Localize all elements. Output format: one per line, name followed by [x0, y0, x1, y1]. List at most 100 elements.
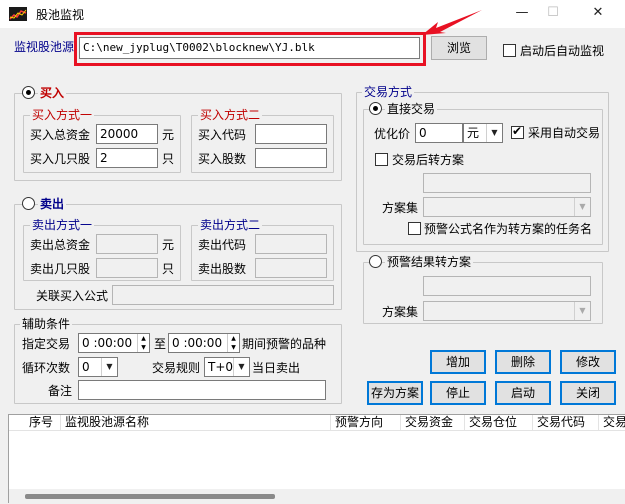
- warn-result-radio[interactable]: [369, 255, 382, 268]
- auto-trade-label: 采用自动交易: [528, 126, 601, 140]
- spinner-icon: ▲ ▼: [227, 334, 239, 352]
- maximize-button[interactable]: ☐: [541, 4, 565, 22]
- sell-radio[interactable]: [22, 197, 35, 210]
- sell-total-unit: 元: [162, 238, 175, 252]
- buy-mode1-title: 买入方式一: [30, 108, 95, 122]
- direct-trade-label: 直接交易: [385, 102, 438, 116]
- source-path-input[interactable]: C:\new_jyplug\T0002\blocknew\YJ.blk: [79, 37, 420, 59]
- sell-count-input[interactable]: [96, 258, 158, 278]
- source-label: 监视股池源: [14, 40, 75, 54]
- spinner-icon: ▲ ▼: [137, 334, 149, 352]
- chevron-down-icon: ▼: [233, 358, 249, 376]
- use-formula-checkbox[interactable]: [408, 222, 421, 235]
- table-header: 序号 监视股池源名称 预警方向 交易资金 交易仓位 交易代码 交易: [9, 415, 625, 431]
- loop-count-select[interactable]: 0 ▼: [78, 357, 118, 377]
- time-to-value: 0 :00:00: [172, 336, 223, 350]
- buy-code-input[interactable]: [255, 124, 327, 144]
- stop-button[interactable]: 停止: [430, 381, 486, 405]
- period-label: 期间预警的品种: [242, 337, 327, 351]
- sell-code-input[interactable]: [255, 234, 327, 254]
- buy-total-input[interactable]: 20000: [96, 124, 158, 144]
- horizontal-scrollbar[interactable]: [9, 489, 625, 504]
- column-header-warn-direction[interactable]: 预警方向: [331, 415, 401, 431]
- monitor-list[interactable]: 序号 监视股池源名称 预警方向 交易资金 交易仓位 交易代码 交易: [8, 414, 625, 504]
- buy-count-unit: 只: [162, 152, 175, 166]
- column-header-trade-position[interactable]: 交易仓位: [465, 415, 533, 431]
- aux-title: 辅助条件: [20, 317, 73, 331]
- trade-rule-value: T+0: [208, 360, 234, 374]
- after-trade-checkbox[interactable]: [375, 153, 388, 166]
- trade-time-label: 指定交易: [22, 337, 71, 351]
- trade-rule-select[interactable]: T+0 ▼: [204, 357, 250, 377]
- modify-button[interactable]: 修改: [560, 350, 616, 374]
- time-from-value: 0 :00:00: [82, 336, 133, 350]
- plan-set-select-2[interactable]: ▼: [423, 301, 591, 321]
- chevron-down-icon: ▼: [574, 302, 590, 320]
- time-to-input[interactable]: 0 :00:00 ▲ ▼: [168, 333, 240, 353]
- chevron-down-icon: ▼: [574, 198, 590, 216]
- loop-count-label: 循环次数: [22, 361, 71, 375]
- browse-button[interactable]: 浏览: [431, 36, 487, 60]
- trade-method-title: 交易方式: [362, 85, 415, 99]
- sell-qty-input[interactable]: [255, 258, 327, 278]
- sell-mode2-title: 卖出方式二: [198, 218, 263, 232]
- start-button[interactable]: 启动: [495, 381, 551, 405]
- buy-qty-label: 买入股数: [198, 152, 247, 166]
- sell-formula-input[interactable]: [112, 285, 334, 305]
- column-header-trade[interactable]: 交易: [599, 415, 625, 431]
- time-from-input[interactable]: 0 :00:00 ▲ ▼: [78, 333, 150, 353]
- sell-radio-label: 卖出: [38, 197, 67, 211]
- priority-unit-select[interactable]: 元 ▼: [463, 123, 503, 143]
- add-button[interactable]: 增加: [430, 350, 486, 374]
- column-header-trade-code[interactable]: 交易代码: [533, 415, 599, 431]
- stock-chart-icon: [9, 7, 27, 21]
- minimize-button[interactable]: —: [510, 4, 534, 22]
- warn-result-plan-input[interactable]: [423, 276, 591, 296]
- buy-total-unit: 元: [162, 128, 175, 142]
- close-window-button[interactable]: ✕: [586, 4, 610, 22]
- column-header-index[interactable]: 序号: [9, 415, 61, 431]
- to-label: 至: [154, 337, 167, 351]
- plan-set-label-2: 方案集: [382, 305, 419, 319]
- buy-code-label: 买入代码: [198, 128, 247, 142]
- sell-count-unit: 只: [162, 262, 175, 276]
- priority-price-input[interactable]: 0: [415, 123, 463, 143]
- sell-formula-label: 关联买入公式: [36, 289, 109, 303]
- auto-trade-checkbox[interactable]: [511, 124, 524, 139]
- warn-result-label: 预警结果转方案: [385, 255, 474, 269]
- chevron-down-icon: ▼: [101, 358, 117, 376]
- close-button[interactable]: 关闭: [560, 381, 616, 405]
- trade-rule-label: 交易规则: [152, 361, 201, 375]
- buy-qty-input[interactable]: [255, 148, 327, 168]
- note-input[interactable]: [78, 380, 326, 400]
- delete-button[interactable]: 删除: [495, 350, 551, 374]
- note-label: 备注: [48, 384, 73, 398]
- arrow-pointer-icon: [422, 10, 482, 35]
- plan-set-select[interactable]: ▼: [423, 197, 591, 217]
- priority-price-label: 优化价: [374, 127, 411, 141]
- buy-count-input[interactable]: 2: [96, 148, 158, 168]
- plan-set-label: 方案集: [382, 201, 419, 215]
- sell-qty-label: 卖出股数: [198, 262, 247, 276]
- buy-count-label: 买入几只股: [30, 152, 91, 166]
- priority-unit-value: 元: [467, 126, 480, 140]
- direct-trade-radio[interactable]: [369, 102, 382, 115]
- use-formula-label: 预警公式名作为转方案的任务名: [424, 222, 593, 236]
- sell-total-input[interactable]: [96, 234, 158, 254]
- buy-radio[interactable]: [22, 86, 35, 99]
- sell-count-label: 卖出几只股: [30, 262, 91, 276]
- buy-mode2-title: 买入方式二: [198, 108, 263, 122]
- save-plan-button[interactable]: 存为方案: [367, 381, 423, 405]
- buy-total-label: 买入总资金: [30, 128, 91, 142]
- after-trade-label: 交易后转方案: [392, 153, 465, 167]
- scrollbar-thumb[interactable]: [25, 494, 275, 499]
- sell-total-label: 卖出总资金: [30, 238, 91, 252]
- chevron-down-icon: ▼: [486, 124, 502, 142]
- column-header-source-name[interactable]: 监视股池源名称: [61, 415, 331, 431]
- buy-radio-label: 买入: [38, 86, 67, 100]
- column-header-trade-funds[interactable]: 交易资金: [401, 415, 465, 431]
- autostart-checkbox[interactable]: [503, 44, 516, 57]
- sell-code-label: 卖出代码: [198, 238, 247, 252]
- after-trade-plan-input[interactable]: [423, 173, 591, 193]
- window-title: 股池监视: [36, 8, 85, 22]
